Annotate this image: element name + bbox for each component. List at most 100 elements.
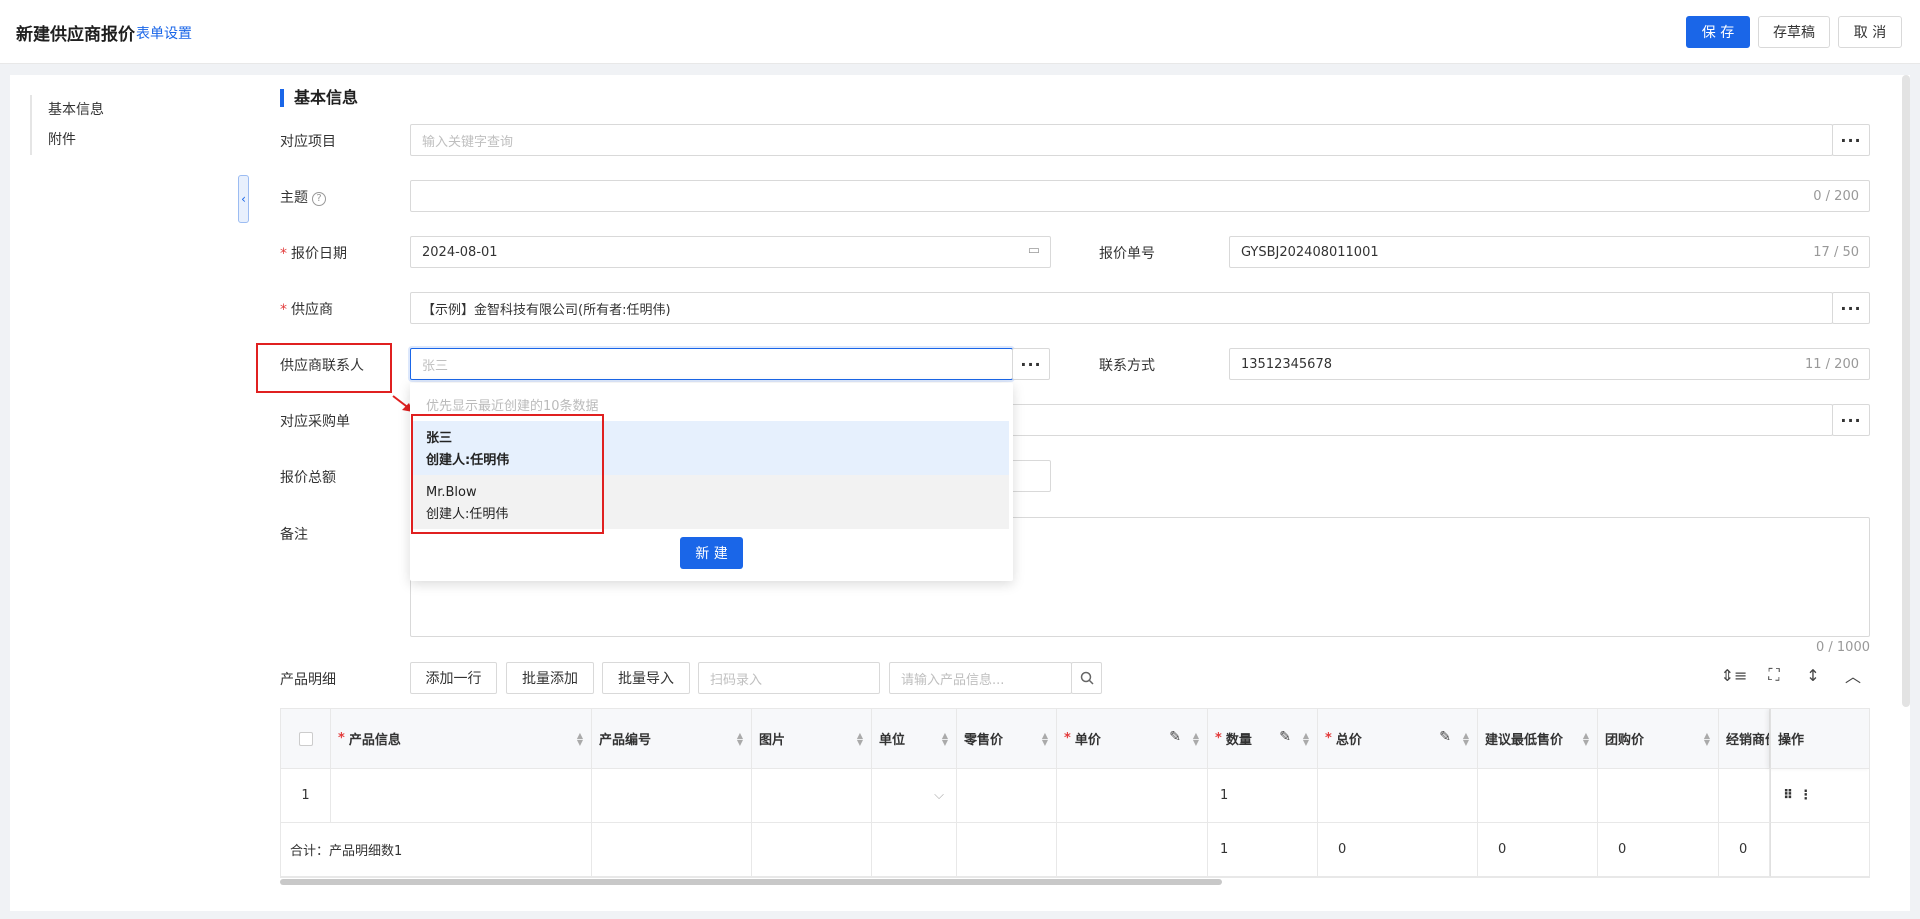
subject-input[interactable]: 0 / 200 xyxy=(410,180,1870,212)
sort-icon[interactable]: ▲ ▼ xyxy=(1303,732,1309,747)
col-product-code[interactable]: 产品编号 ▲ ▼ xyxy=(592,709,752,769)
edit-icon[interactable]: ✎ xyxy=(1439,729,1451,745)
drag-icon[interactable]: ⠿ xyxy=(1783,788,1793,803)
products-label: 产品明细 xyxy=(280,672,336,688)
contact-select-button[interactable]: ··· xyxy=(1012,348,1050,380)
col-label: 单价 xyxy=(1074,733,1101,748)
select-all-checkbox[interactable] xyxy=(298,731,313,746)
col-label: 总价 xyxy=(1335,733,1362,748)
cell-retail-price[interactable] xyxy=(957,769,1057,823)
sort-icon[interactable]: ▲ ▼ xyxy=(1193,732,1199,747)
supplier-contact-input[interactable]: 张三 xyxy=(410,348,1013,380)
table-horizontal-scrollbar[interactable] xyxy=(280,879,1222,885)
batch-import-button[interactable]: 批量导入 xyxy=(602,662,690,694)
sort-icon[interactable]: ▲ ▼ xyxy=(1463,732,1469,747)
edit-icon[interactable]: ✎ xyxy=(1169,729,1181,745)
cell-group-price[interactable] xyxy=(1598,769,1719,823)
cell-total-price[interactable] xyxy=(1318,769,1478,823)
project-select-button[interactable]: ··· xyxy=(1832,124,1870,156)
summary-quantity: 1 xyxy=(1208,823,1318,877)
contact-info-value: 13512345678 xyxy=(1241,356,1332,372)
summary-label: 合计：产品明细数1 xyxy=(281,823,592,877)
col-product-info[interactable]: * 产品信息 ▲ ▼ xyxy=(331,709,592,769)
subject-counter: 0 / 200 xyxy=(1813,189,1859,204)
col-image[interactable]: 图片 ▲ ▼ xyxy=(752,709,872,769)
contact-info-input[interactable]: 13512345678 11 / 200 xyxy=(1229,348,1870,380)
calendar-icon[interactable]: ▭ xyxy=(1028,243,1040,258)
summary-min-price: 0 xyxy=(1478,823,1598,877)
col-label: 零售价 xyxy=(964,733,1004,748)
sort-icon[interactable]: ▲ ▼ xyxy=(942,732,948,747)
sort-icon[interactable]: ▲ ▼ xyxy=(577,732,583,747)
sort-icon[interactable]: ▲ ▼ xyxy=(1583,732,1589,747)
resize-icon[interactable]: ↕ xyxy=(1801,663,1825,687)
quote-no-counter: 17 / 50 xyxy=(1813,245,1859,260)
col-retail-price[interactable]: 零售价 ▲ ▼ xyxy=(957,709,1057,769)
sort-icon[interactable]: ▲ ▼ xyxy=(1704,732,1710,747)
col-total-price[interactable]: * 总价 ✎ ▲ ▼ xyxy=(1318,709,1478,769)
products-table: * 产品信息 ▲ ▼ 产品编号 ▲ ▼ 图片 ▲ ▼ 单位 ▲ ▼ 零售价 ▲ ▼ * 单价 … xyxy=(280,708,1870,878)
col-label: 建议最低售价 xyxy=(1485,733,1564,748)
cell-quantity[interactable]: 1 xyxy=(1208,769,1318,823)
new-contact-button[interactable]: 新 建 xyxy=(680,537,743,569)
sort-icon[interactable]: ▲ ▼ xyxy=(857,732,863,747)
batch-add-button[interactable]: 批量添加 xyxy=(506,662,594,694)
cancel-button[interactable]: 取 消 xyxy=(1838,16,1902,48)
quote-date-input[interactable]: 2024-08-01 ▭ xyxy=(410,236,1051,268)
search-button[interactable] xyxy=(1071,662,1102,694)
col-min-price[interactable]: 建议最低售价 ▲ ▼ xyxy=(1478,709,1598,769)
more-icon: ··· xyxy=(1840,130,1862,150)
col-quantity[interactable]: * 数量 ✎ ▲ ▼ xyxy=(1208,709,1318,769)
required-mark: * xyxy=(280,302,287,318)
supplier-contact-placeholder: 张三 xyxy=(422,358,449,374)
required-mark: * xyxy=(1325,731,1332,746)
nav-item-attachments[interactable]: 附件 xyxy=(48,125,104,155)
cell-product-info[interactable] xyxy=(331,769,592,823)
nav-item-basic-info[interactable]: 基本信息 xyxy=(48,95,104,125)
scan-input[interactable]: 扫码录入 xyxy=(698,662,880,694)
col-group-price[interactable]: 团购价 ▲ ▼ xyxy=(1598,709,1719,769)
section-title: 基本信息 xyxy=(280,89,358,107)
cell-image[interactable] xyxy=(752,769,872,823)
quote-no-input[interactable]: GYSBJ202408011001 17 / 50 xyxy=(1229,236,1870,268)
save-draft-button[interactable]: 存草稿 xyxy=(1758,16,1830,48)
edit-icon[interactable]: ✎ xyxy=(1279,729,1291,745)
col-label: 单位 xyxy=(879,733,906,748)
cell-unit-price[interactable] xyxy=(1057,769,1208,823)
select-all-cell xyxy=(281,709,331,769)
cell-dealer-price[interactable] xyxy=(1719,769,1770,823)
add-row-button[interactable]: 添加一行 xyxy=(410,662,497,694)
required-mark: * xyxy=(1064,731,1071,746)
form-settings-link[interactable]: 表单设置 xyxy=(136,23,192,43)
product-search-input[interactable]: 请输入产品信息... xyxy=(889,662,1072,694)
required-mark: * xyxy=(280,246,287,262)
col-unit-price[interactable]: * 单价 ✎ ▲ ▼ xyxy=(1057,709,1208,769)
quote-date-value: 2024-08-01 xyxy=(422,244,498,260)
col-dealer-price[interactable]: 经销商价 xyxy=(1719,709,1770,769)
page-vertical-scrollbar[interactable] xyxy=(1902,75,1910,707)
row-index: 1 xyxy=(281,769,331,823)
help-icon[interactable]: ? xyxy=(312,192,326,206)
cell-min-price[interactable] xyxy=(1478,769,1598,823)
col-unit[interactable]: 单位 ▲ ▼ xyxy=(872,709,957,769)
col-label: 产品信息 xyxy=(348,733,401,748)
cell-product-code[interactable] xyxy=(592,769,752,823)
supplier-input[interactable]: 【示例】金智科技有限公司(所有者:任明伟) xyxy=(410,292,1833,324)
row-height-icon[interactable]: ⇕≡ xyxy=(1721,663,1748,687)
supplier-select-button[interactable]: ··· xyxy=(1832,292,1870,324)
quote-date-label-text: 报价日期 xyxy=(291,246,347,262)
col-label: 数量 xyxy=(1225,733,1252,748)
remark-label: 备注 xyxy=(280,527,308,543)
summary-cell xyxy=(872,823,957,877)
purchase-order-select-button[interactable]: ··· xyxy=(1832,404,1870,436)
cell-unit-select[interactable]: ⌵ xyxy=(872,769,957,823)
collapse-icon[interactable]: ︿ xyxy=(1841,663,1865,687)
collapse-panel-button[interactable]: ‹ xyxy=(238,175,249,223)
more-vertical-icon[interactable]: ⋮ xyxy=(1799,788,1812,803)
sort-icon[interactable]: ▲ ▼ xyxy=(1042,732,1048,747)
sort-icon[interactable]: ▲ ▼ xyxy=(737,732,743,747)
search-icon xyxy=(1080,671,1094,685)
project-input[interactable]: 输入关键字查询 xyxy=(410,124,1833,156)
save-button[interactable]: 保 存 xyxy=(1686,16,1750,48)
fullscreen-icon[interactable]: ⛶ xyxy=(1762,663,1786,687)
